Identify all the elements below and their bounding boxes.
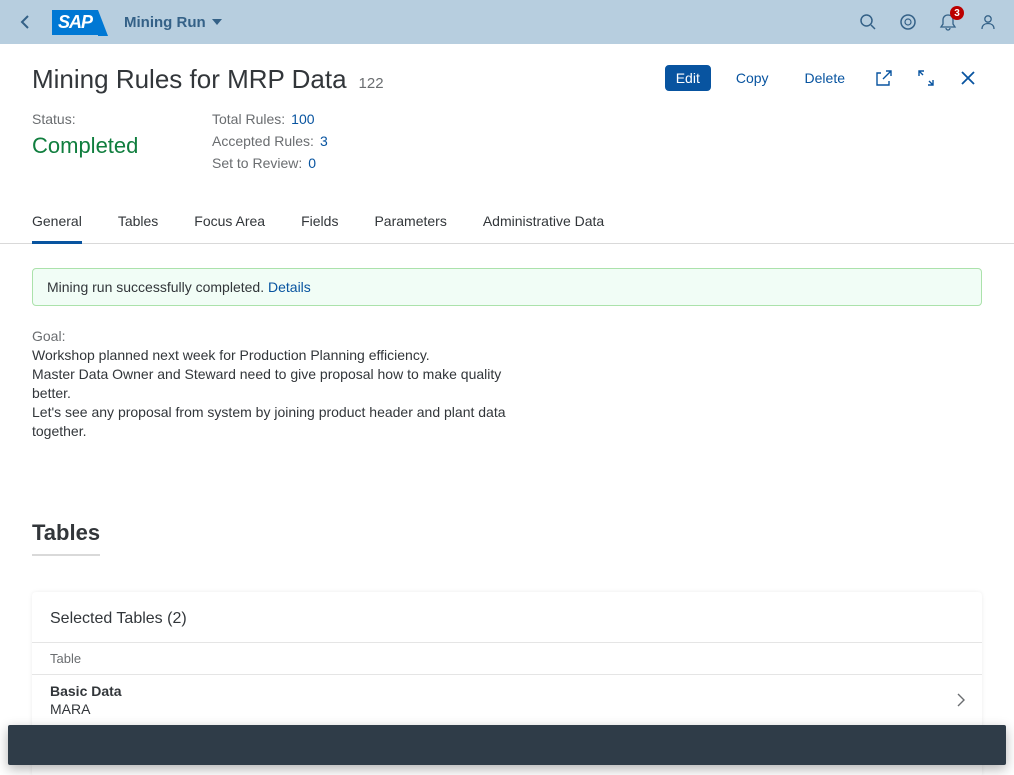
title-wrap: Mining Rules for MRP Data 122	[32, 64, 384, 95]
status-facet: Status: Completed	[32, 111, 152, 177]
tab-tables[interactable]: Tables	[118, 201, 158, 244]
goal-label: Goal:	[32, 328, 512, 344]
user-button[interactable]	[970, 4, 1006, 40]
close-icon	[960, 70, 976, 86]
share-icon	[875, 69, 893, 87]
edit-button[interactable]: Edit	[665, 65, 711, 91]
caret-down-icon	[212, 19, 222, 25]
total-rules-row: Total Rules: 100	[212, 111, 332, 127]
panel-title: Selected Tables (2)	[32, 592, 982, 642]
shell-right: 3	[850, 4, 1006, 40]
tab-admin-data[interactable]: Administrative Data	[483, 201, 604, 244]
total-rules-value: 100	[291, 111, 314, 127]
message-strip-success: Mining run successfully completed. Detai…	[32, 268, 982, 306]
review-rules-label: Set to Review:	[212, 155, 302, 171]
chevron-left-icon	[18, 14, 34, 30]
goal-section: Goal: Workshop planned next week for Pro…	[32, 328, 512, 440]
table-column-header: Table	[32, 642, 982, 675]
shell-left: SAP Mining Run	[8, 4, 222, 40]
accepted-rules-value: 3	[320, 133, 328, 149]
content: Mining run successfully completed. Detai…	[0, 244, 1014, 775]
header-actions: Edit Copy Delete	[665, 64, 982, 92]
shell-header: SAP Mining Run 3	[0, 0, 1014, 44]
header-facets: Status: Completed Total Rules: 100 Accep…	[32, 111, 982, 177]
tab-fields[interactable]: Fields	[301, 201, 338, 244]
app-title-dropdown[interactable]: Mining Run	[124, 14, 222, 31]
user-icon	[979, 13, 997, 31]
share-button[interactable]	[870, 64, 898, 92]
page: Mining Rules for MRP Data 122 Edit Copy …	[0, 44, 1014, 775]
review-rules-value: 0	[308, 155, 316, 171]
footer-toolbar	[8, 725, 1006, 765]
delete-button[interactable]: Delete	[794, 65, 856, 91]
message-text: Mining run successfully completed.	[47, 279, 268, 295]
fullscreen-button[interactable]	[912, 64, 940, 92]
table-row-code: MARA	[50, 701, 942, 717]
object-header: Mining Rules for MRP Data 122 Edit Copy …	[0, 44, 1014, 177]
table-row[interactable]: Basic Data MARA	[32, 675, 982, 726]
status-label: Status:	[32, 111, 152, 127]
sap-logo: SAP	[52, 10, 98, 35]
message-details-link[interactable]: Details	[268, 279, 311, 295]
page-scroll[interactable]: Mining Rules for MRP Data 122 Edit Copy …	[0, 44, 1014, 775]
notification-badge: 3	[950, 6, 964, 20]
goal-text: Workshop planned next week for Productio…	[32, 346, 512, 440]
search-button[interactable]	[850, 4, 886, 40]
copilot-icon	[899, 13, 917, 31]
status-value: Completed	[32, 133, 152, 159]
chevron-right-icon	[956, 693, 966, 707]
search-icon	[859, 13, 877, 31]
copy-button[interactable]: Copy	[725, 65, 780, 91]
table-row-name: Basic Data	[50, 683, 942, 699]
copilot-button[interactable]	[890, 4, 926, 40]
header-top: Mining Rules for MRP Data 122 Edit Copy …	[32, 64, 982, 95]
accepted-rules-row: Accepted Rules: 3	[212, 133, 332, 149]
back-button[interactable]	[8, 4, 44, 40]
tab-general[interactable]: General	[32, 201, 82, 244]
page-title: Mining Rules for MRP Data	[32, 64, 347, 95]
notifications-button[interactable]: 3	[930, 4, 966, 40]
total-rules-label: Total Rules:	[212, 111, 285, 127]
close-button[interactable]	[954, 64, 982, 92]
tabs: General Tables Focus Area Fields Paramet…	[0, 201, 1014, 244]
page-subtitle: 122	[359, 75, 384, 92]
tab-parameters[interactable]: Parameters	[374, 201, 446, 244]
app-title-text: Mining Run	[124, 14, 206, 31]
accepted-rules-label: Accepted Rules:	[212, 133, 314, 149]
tab-focus-area[interactable]: Focus Area	[194, 201, 265, 244]
rules-facet: Total Rules: 100 Accepted Rules: 3 Set t…	[212, 111, 332, 177]
fullscreen-icon	[917, 69, 935, 87]
review-rules-row: Set to Review: 0	[212, 155, 332, 171]
tables-section-title: Tables	[32, 520, 100, 556]
